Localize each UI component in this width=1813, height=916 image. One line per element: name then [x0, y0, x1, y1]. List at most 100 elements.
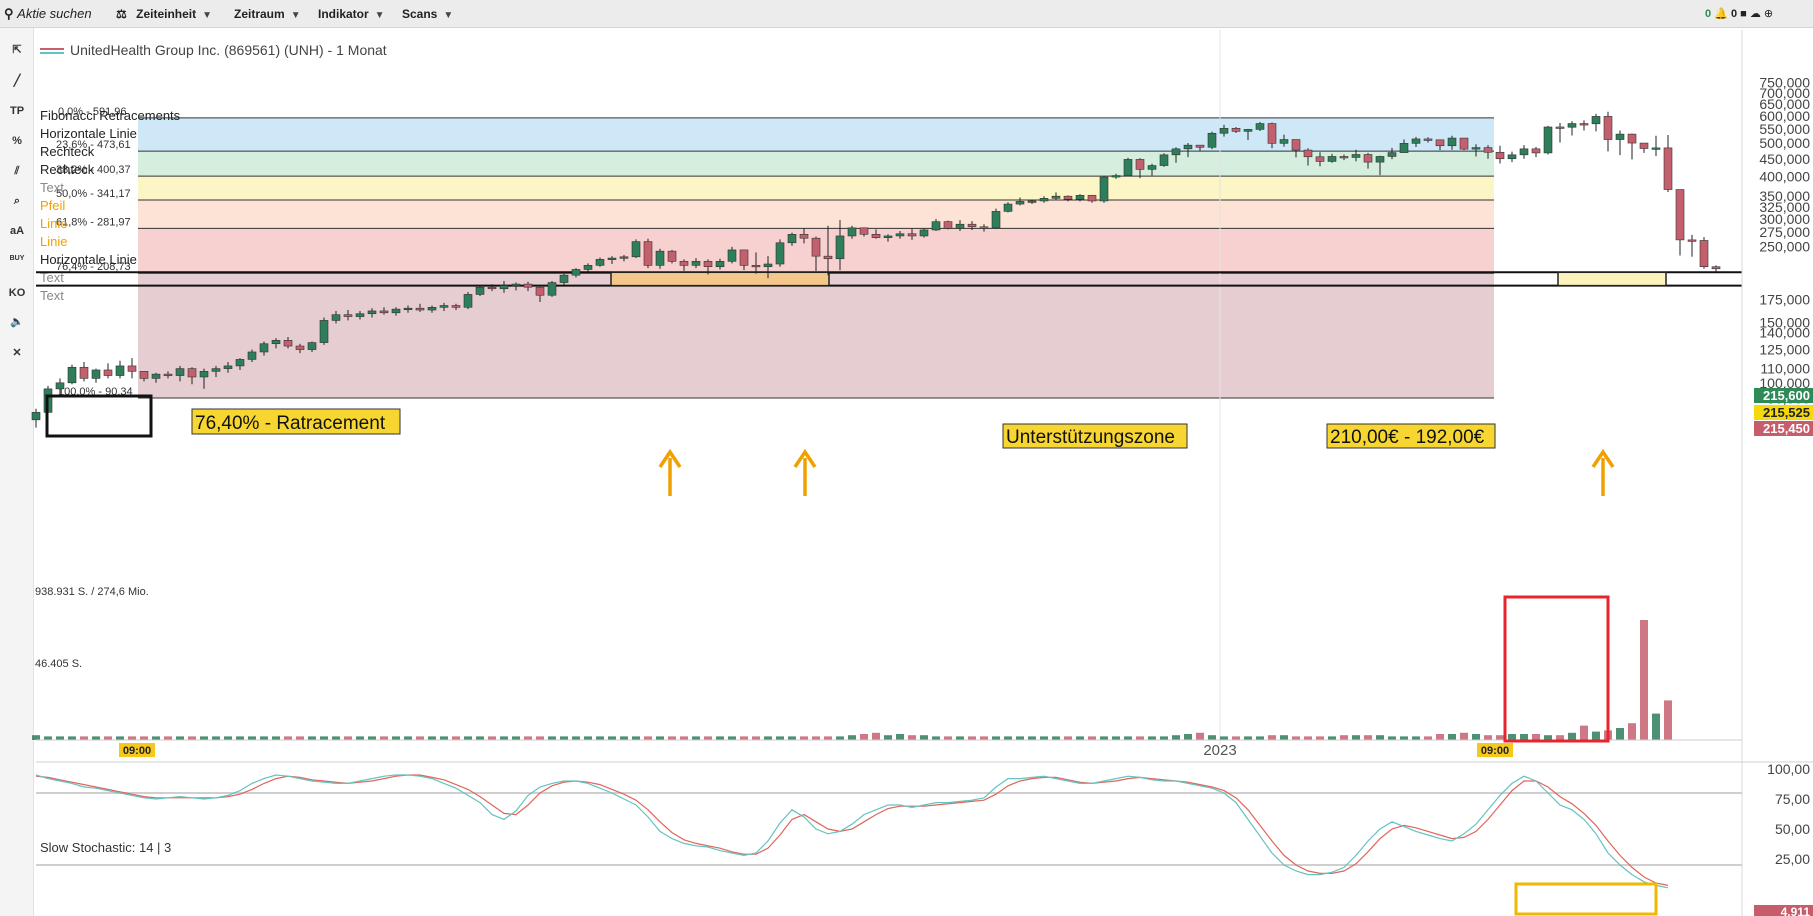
candle-body — [1267, 123, 1277, 144]
volume-bar — [1208, 735, 1216, 740]
stoch-last-badge: 4,911 — [1781, 905, 1811, 916]
volume-bar — [296, 736, 304, 740]
candle-body — [943, 221, 953, 229]
drawing-list-item: Fibonacci Retracements — [40, 108, 181, 123]
volume-bar — [536, 736, 544, 740]
volume-bar — [332, 736, 340, 740]
candle-body — [1471, 147, 1481, 150]
candle-body — [1567, 123, 1577, 128]
volume-bar — [728, 736, 736, 740]
volume-bar — [1508, 734, 1516, 740]
volume-bar — [932, 736, 940, 740]
volume-bar — [404, 736, 412, 740]
candle-body — [175, 368, 185, 376]
candle-body — [1243, 129, 1253, 132]
candle-body — [667, 250, 677, 262]
candle-body — [1687, 239, 1697, 242]
candle-body — [1399, 143, 1409, 153]
volume-bar — [1148, 736, 1156, 740]
volume-bar — [452, 736, 460, 740]
volume-bar — [272, 736, 280, 740]
volume-bar — [56, 736, 64, 740]
candle-body — [343, 314, 353, 317]
volume-bar — [1400, 736, 1408, 740]
candle-body — [55, 382, 65, 390]
candle-body — [1015, 201, 1025, 205]
volume-bar — [980, 736, 988, 740]
candle-body — [1615, 133, 1625, 140]
stoch-tick-label: 25,00 — [1775, 851, 1810, 867]
time-label-right: 09:00 — [1481, 745, 1509, 757]
candle-body — [1339, 156, 1349, 159]
candle-body — [1435, 139, 1445, 147]
volume-bar — [716, 736, 724, 740]
candle-body — [931, 221, 941, 231]
volume-bar — [1412, 736, 1420, 740]
volume-bar — [1184, 734, 1192, 740]
candle-body — [751, 265, 761, 268]
candle-body — [679, 261, 689, 266]
fib-zone — [138, 199, 1494, 229]
candle-body — [103, 369, 113, 376]
volume-bar — [1472, 734, 1480, 740]
candle-body — [895, 233, 905, 237]
stoch-highlight-box — [1514, 882, 1658, 916]
time-label-left: 09:00 — [123, 745, 151, 757]
volume-bar — [380, 736, 388, 740]
candle-body — [739, 249, 749, 266]
fib-764-highlight-box — [45, 394, 153, 438]
volume-bar — [1352, 735, 1360, 740]
candle-body — [1303, 149, 1313, 158]
stoch-tick-label: 50,00 — [1775, 821, 1810, 837]
candle-body — [151, 373, 161, 379]
volume-bar — [1328, 736, 1336, 740]
volume-bar — [440, 736, 448, 740]
volume-bar — [908, 735, 916, 740]
candle-body — [1603, 116, 1613, 140]
volume-bar — [1520, 734, 1528, 740]
candle-body — [319, 320, 329, 343]
candle-body — [847, 227, 857, 237]
volume-bar — [416, 736, 424, 740]
volume-bar — [140, 736, 148, 740]
volume-bar — [656, 736, 664, 740]
volume-bar — [176, 736, 184, 740]
volume-bar — [1388, 736, 1396, 740]
candle-body — [115, 365, 125, 376]
candle-body — [1183, 144, 1193, 150]
candle-body — [1351, 154, 1361, 158]
candle-body — [1039, 198, 1049, 202]
volume-bar — [788, 736, 796, 740]
candle-body — [1231, 128, 1241, 132]
y-axis-tick-label: 450,000 — [1759, 151, 1810, 167]
candle-body — [1495, 151, 1505, 160]
volume-bar — [1172, 735, 1180, 740]
volume-bar — [1556, 735, 1564, 740]
candle-body — [799, 233, 809, 239]
volume-bar — [1160, 736, 1168, 740]
volume-bar — [776, 736, 784, 740]
candle-body — [1543, 126, 1553, 154]
volume-bar — [476, 736, 484, 740]
candle-body — [1255, 123, 1265, 130]
candle-body — [1099, 176, 1109, 202]
candle-body — [559, 274, 569, 283]
candle-body — [835, 235, 845, 260]
volume-bar — [1580, 725, 1588, 740]
candle-body — [703, 261, 713, 268]
candle-body — [187, 368, 197, 378]
candle-body — [1447, 137, 1457, 147]
candle-body — [595, 259, 605, 266]
volume-bar — [824, 736, 832, 740]
candle-body — [1675, 189, 1685, 241]
candle-body — [259, 343, 269, 353]
volume-bar — [740, 736, 748, 740]
price-chart[interactable]: 0,0% - 591,9623,6% - 473,6138,2% - 400,3… — [0, 0, 1813, 916]
volume-bar — [236, 736, 244, 740]
candle-body — [367, 310, 377, 315]
support-rect-left — [610, 271, 830, 287]
volume-bar — [608, 736, 616, 740]
volume-bar — [1196, 732, 1204, 740]
candle-body — [811, 237, 821, 257]
time-label-year: 2023 — [1203, 742, 1236, 759]
